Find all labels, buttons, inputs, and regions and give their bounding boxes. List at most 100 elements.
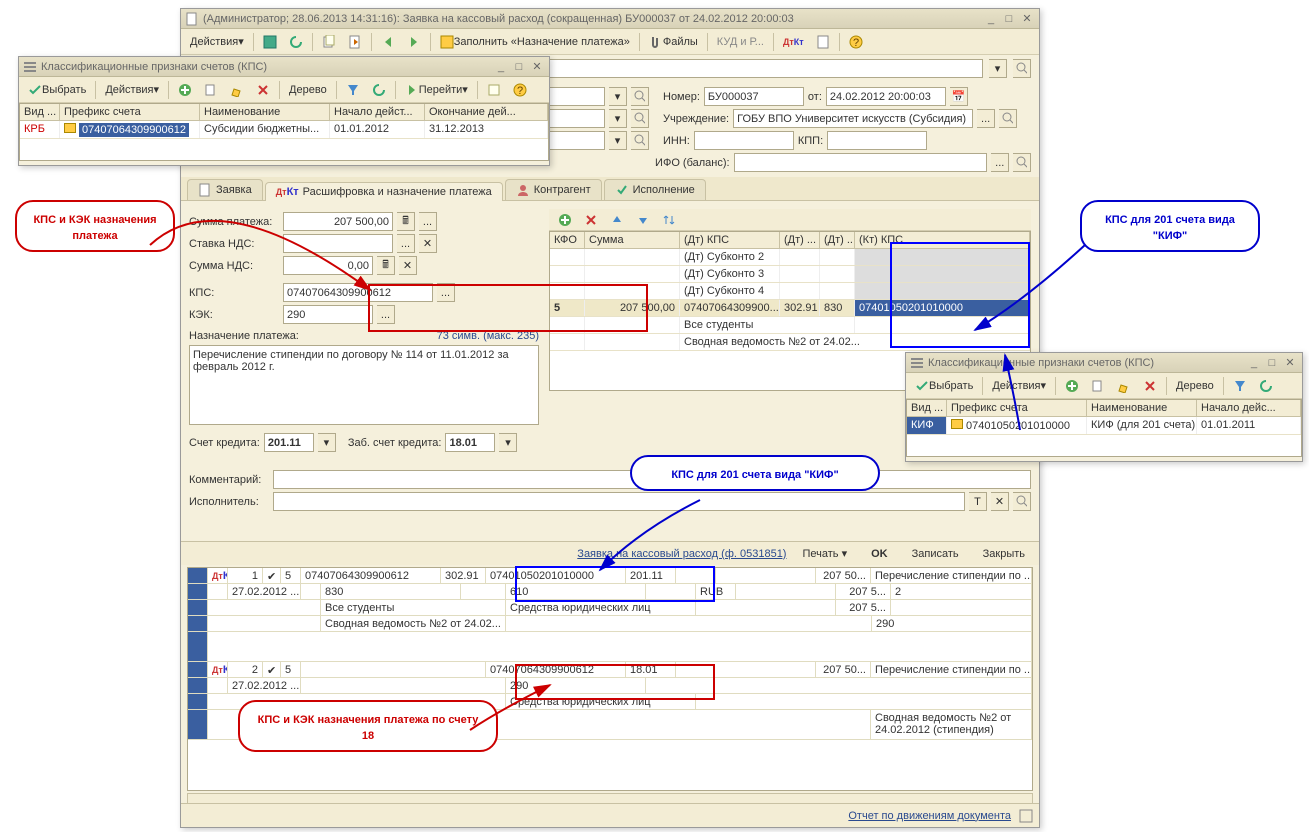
kps2-min[interactable]: _ [1246,355,1262,371]
kek-input[interactable]: 290 [283,305,373,324]
sumnds-calc-icon[interactable]: 🖩 [377,256,395,275]
fill-purpose-button[interactable]: Заполнить «Назначение платежа» [435,32,635,52]
executor-search[interactable] [1013,492,1031,511]
kps1-close[interactable]: ✕ [529,59,545,75]
executor-t-btn[interactable]: T [969,492,987,511]
tab-application[interactable]: Заявка [187,179,263,200]
tab-counterparty[interactable]: Контрагент [505,179,602,200]
kps2-filter-icon[interactable] [1228,376,1252,396]
kps2-refresh-icon[interactable] [1254,376,1278,396]
grid-down-icon[interactable] [631,210,655,230]
col-dt2[interactable]: (Дт) ... [820,232,855,248]
sum-calc-icon[interactable]: 🖩 [397,212,415,231]
toolbar-play-icon[interactable] [402,32,426,52]
kps2-col-start[interactable]: Начало дейс... [1197,400,1301,416]
inn-input[interactable] [694,131,794,150]
left-combo-1-btn[interactable]: ▾ [609,87,627,106]
kps2-row[interactable]: КИФ 07401050201010000 КИФ (для 201 счета… [907,417,1301,435]
top-selector-search[interactable] [1013,59,1031,78]
report-icon[interactable] [811,32,835,52]
col-dt[interactable]: (Дт) ... [780,232,820,248]
close-button[interactable]: ✕ [1019,11,1035,27]
kps1-select-button[interactable]: Выбрать [23,80,91,100]
number-input[interactable]: БУ000037 [704,87,804,106]
dt-kt-icon[interactable]: ДтКт [778,32,809,52]
minimize-button[interactable]: _ [983,11,999,27]
credit-account-input[interactable]: 201.11 [264,433,314,452]
kps2-select-button[interactable]: Выбрать [910,376,978,396]
sumnds-clear[interactable]: ✕ [399,256,417,275]
ok-button[interactable]: OK [863,546,896,562]
left-combo-2-btn[interactable]: ▾ [609,109,627,128]
kps2-col-name[interactable]: Наименование [1087,400,1197,416]
left-combo-3-search[interactable] [631,131,649,150]
cell-sum[interactable]: 207 500,00 [585,300,680,316]
kps1-refresh-icon[interactable] [367,80,391,100]
date-picker-icon[interactable]: 📅 [950,87,968,106]
kps2-col-vid[interactable]: Вид ... [907,400,947,416]
cell-dt[interactable]: 302.91 [780,300,820,316]
grid-up-icon[interactable] [605,210,629,230]
kps-dots[interactable]: ... [437,283,455,302]
maximize-button[interactable]: □ [1001,11,1017,27]
kps2-edit-icon[interactable] [1112,376,1136,396]
movements-report-link[interactable]: Отчет по движениям документа [848,810,1011,822]
grid-add-icon[interactable] [553,210,577,230]
stavka-input[interactable] [283,234,393,253]
help-icon[interactable]: ? [844,32,868,52]
kps2-copy-icon[interactable] [1086,376,1110,396]
print-button[interactable]: Печать ▾ [794,545,855,562]
credit-account-dropdown[interactable]: ▾ [318,433,336,452]
toolbar-save-icon[interactable] [258,32,282,52]
ifo-search-btn[interactable] [1013,153,1031,172]
grid-sort-icon[interactable] [657,210,681,230]
executor-clear[interactable]: ✕ [991,492,1009,511]
date-input[interactable]: 24.02.2012 20:00:03 [826,87,946,106]
actions-button[interactable]: Действия ▾ [185,32,249,52]
grid-delete-icon[interactable] [579,210,603,230]
kps1-col-name[interactable]: Наименование [200,104,330,120]
kps2-col-prefix[interactable]: Префикс счета [947,400,1087,416]
purpose-textarea[interactable]: Перечисление стипендии по договору № 114… [189,345,539,425]
kpp-input[interactable] [827,131,927,150]
sum-input[interactable]: 207 500,00 [283,212,393,231]
stavka-clear[interactable]: ✕ [419,234,437,253]
zab-credit-input[interactable]: 18.01 [445,433,495,452]
org-input[interactable]: ГОБУ ВПО Университет искусств (Субсидия) [733,109,973,128]
files-button[interactable]: Файлы [644,32,703,52]
tab-transcript[interactable]: ДтКтРасшифровка и назначение платежа [265,182,503,201]
kps1-goto-button[interactable]: Перейти ▾ [400,80,473,100]
sumnds-input[interactable]: 0,00 [283,256,373,275]
kps1-row[interactable]: КРБ 07407064309900612 Субсидии бюджетны.… [20,121,548,139]
stavka-dots[interactable]: ... [397,234,415,253]
kps1-edit-icon[interactable] [225,80,249,100]
cell-dtkps[interactable]: 07407064309900... [680,300,780,316]
toolbar-back-icon[interactable] [376,32,400,52]
kps1-actions-button[interactable]: Действия ▾ [100,80,164,100]
left-combo-1-search[interactable] [631,87,649,106]
kps1-max[interactable]: □ [511,59,527,75]
cell-kfo[interactable]: 5 [550,300,585,316]
org-select-btn[interactable]: ... [977,109,995,128]
left-combo-3-btn[interactable]: ▾ [609,131,627,150]
zab-credit-dropdown[interactable]: ▾ [499,433,517,452]
top-selector-dropdown[interactable]: ▾ [989,59,1007,78]
kps1-more-icon[interactable] [482,80,506,100]
kek-dots[interactable]: ... [377,305,395,324]
kps1-col-prefix[interactable]: Префикс счета [60,104,200,120]
ifo-select-btn[interactable]: ... [991,153,1009,172]
col-kfo[interactable]: КФО [550,232,585,248]
movements-grid[interactable]: ДтКт 1 ✔ 5 07407064309900612 302.91 0740… [187,567,1033,791]
cell-ktkps[interactable]: 07401050201010000 [855,300,1030,316]
toolbar-copy-icon[interactable] [317,32,341,52]
expand-icon[interactable] [1019,809,1033,823]
kps2-max[interactable]: □ [1264,355,1280,371]
org-search-btn[interactable] [999,109,1017,128]
col-sum[interactable]: Сумма [585,232,680,248]
kps1-filter-icon[interactable] [341,80,365,100]
kps2-tree-button[interactable]: Дерево [1171,376,1219,396]
executor-input[interactable] [273,492,965,511]
kudir-button[interactable]: КУД и Р... [712,32,769,52]
toolbar-refresh-icon[interactable] [284,32,308,52]
left-combo-2-search[interactable] [631,109,649,128]
